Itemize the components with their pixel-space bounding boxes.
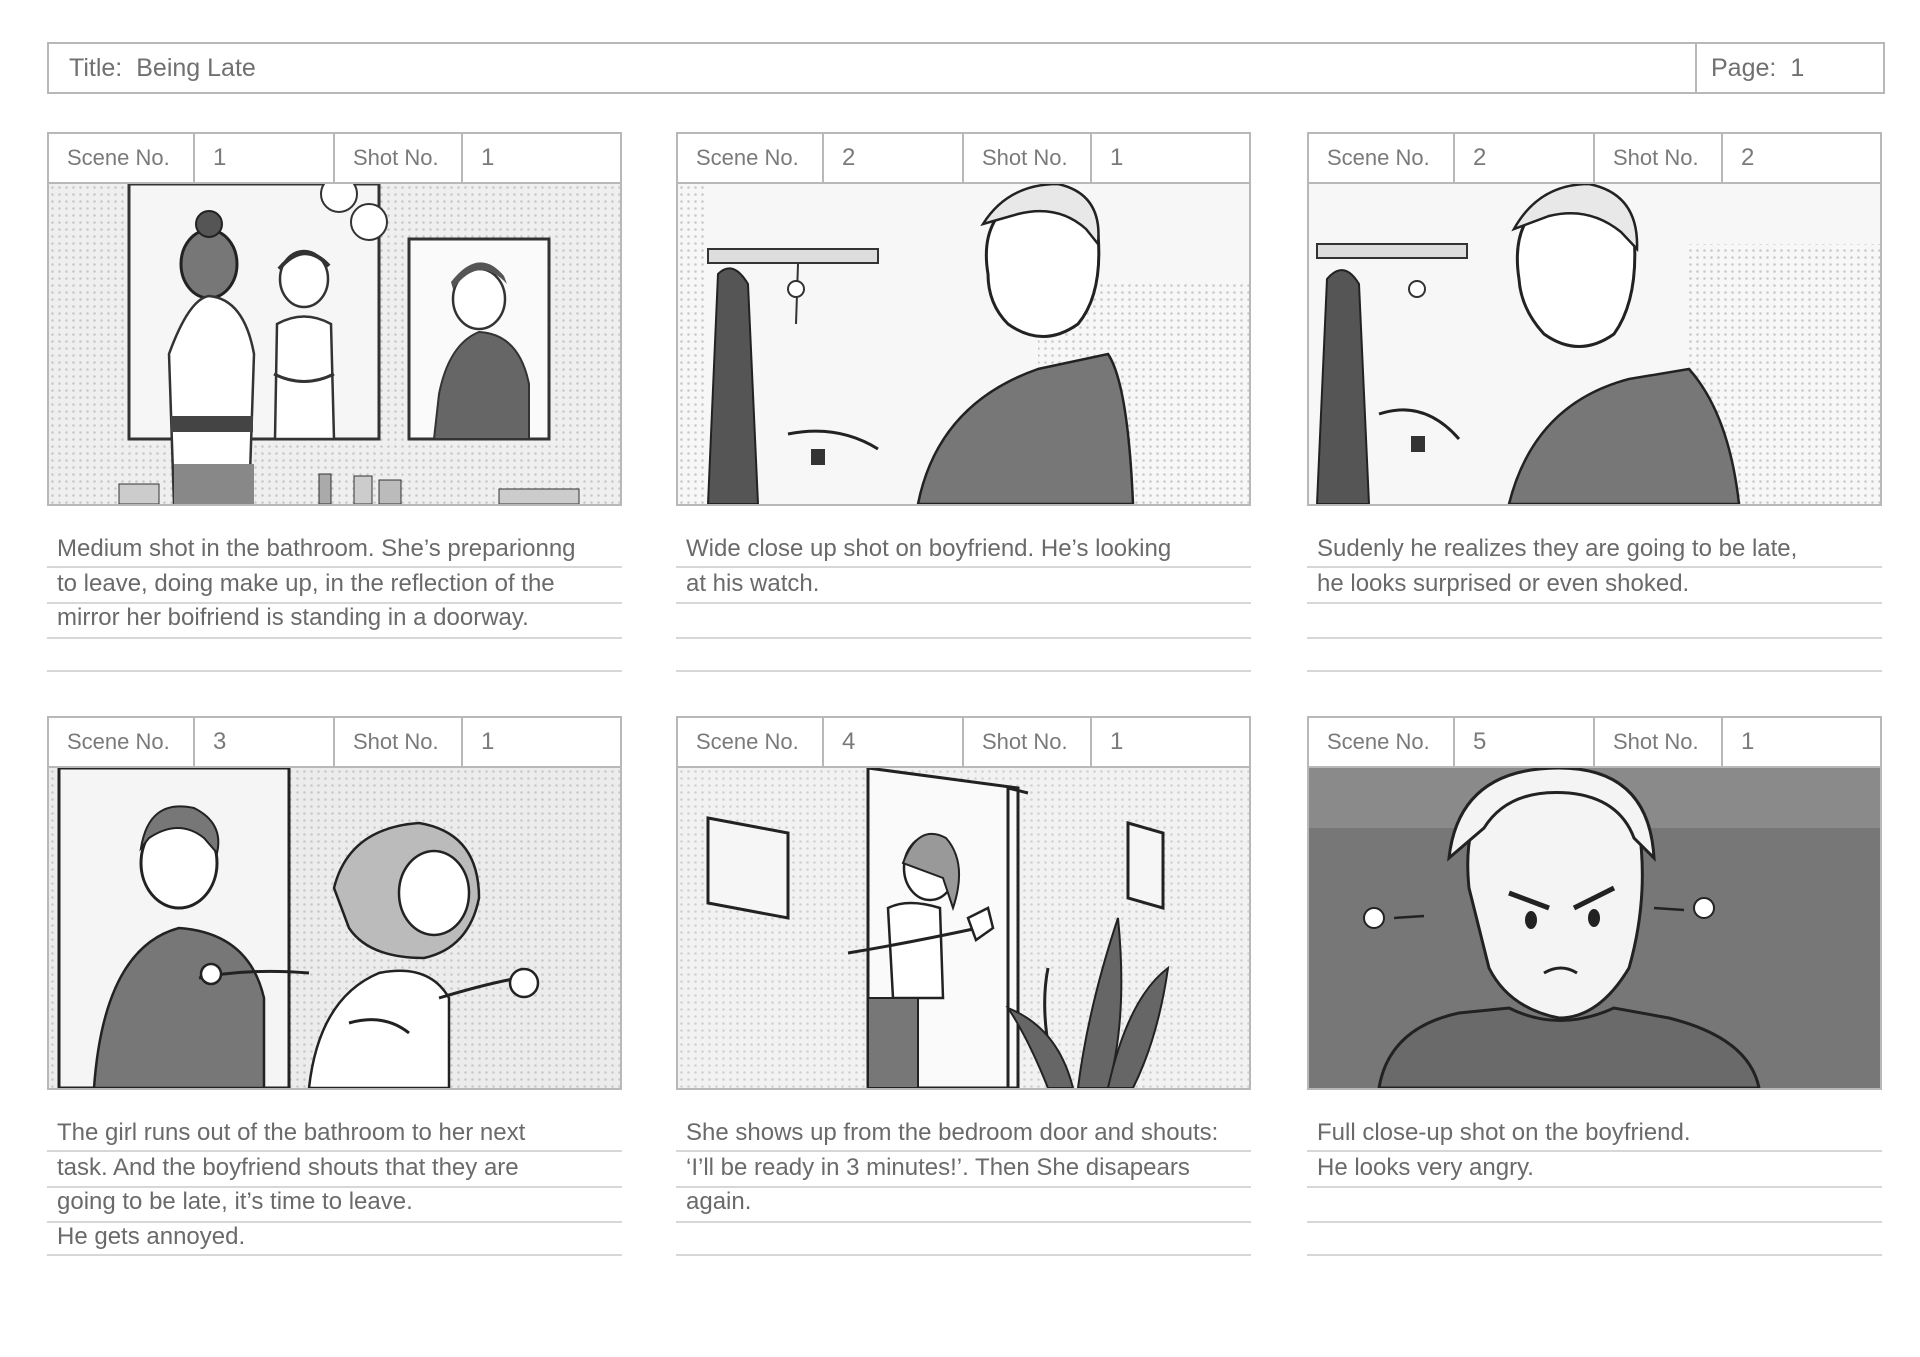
description-text: Full close-up shot on the boyfriend. He … bbox=[1317, 1119, 1691, 1181]
description-text: The girl runs out of the bathroom to her… bbox=[57, 1119, 526, 1250]
panel-info-row: Scene No. 2 Shot No. 1 bbox=[676, 132, 1251, 184]
storyboard-header: Title: Being Late Page: 1 bbox=[47, 42, 1885, 94]
shot-description: Sudenly he realizes they are going to be… bbox=[1307, 522, 1882, 672]
description-text: Sudenly he realizes they are going to be… bbox=[1317, 535, 1798, 597]
sketch-frame bbox=[1307, 768, 1882, 1090]
bathroom-sketch bbox=[49, 184, 620, 504]
title-value: Being Late bbox=[136, 53, 256, 82]
panel-info-row: Scene No. 2 Shot No. 2 bbox=[1307, 132, 1882, 184]
scene-number: 5 bbox=[1473, 728, 1487, 755]
storyboard-panel: Scene No. 3 Shot No. 1 The girl runs out… bbox=[47, 716, 622, 1256]
storyboard-panel: Scene No. 2 Shot No. 2 Sudenly he realiz… bbox=[1307, 132, 1882, 672]
shot-label: Shot No. bbox=[1613, 145, 1699, 170]
bedroom-door-sketch bbox=[678, 768, 1249, 1088]
scene-label: Scene No. bbox=[696, 729, 799, 754]
boyfriend-watch-sketch bbox=[678, 184, 1249, 504]
shot-label: Shot No. bbox=[353, 145, 439, 170]
sketch-frame bbox=[1307, 184, 1882, 506]
title-field: Title: Being Late bbox=[49, 44, 1695, 92]
shot-label: Shot No. bbox=[1613, 729, 1699, 754]
shot-number: 2 bbox=[1741, 144, 1755, 171]
scene-number: 4 bbox=[842, 728, 856, 755]
storyboard-panel: Scene No. 1 Shot No. 1 Medium shot in th… bbox=[47, 132, 622, 672]
angry-boyfriend-sketch bbox=[1309, 768, 1880, 1088]
panel-info-row: Scene No. 1 Shot No. 1 bbox=[47, 132, 622, 184]
scene-label: Scene No. bbox=[1327, 145, 1430, 170]
scene-label: Scene No. bbox=[67, 145, 170, 170]
page-field: Page: 1 bbox=[1695, 44, 1883, 92]
panel-info-row: Scene No. 3 Shot No. 1 bbox=[47, 716, 622, 768]
boyfriend-surprised-sketch bbox=[1309, 184, 1880, 504]
shot-number: 1 bbox=[481, 728, 495, 755]
storyboard-panel: Scene No. 4 Shot No. 1 She shows up from… bbox=[676, 716, 1251, 1256]
shot-description: She shows up from the bedroom door and s… bbox=[676, 1106, 1251, 1256]
shot-number: 1 bbox=[1110, 144, 1124, 171]
shot-number: 1 bbox=[1110, 728, 1124, 755]
page-number: 1 bbox=[1790, 53, 1805, 82]
shot-description: The girl runs out of the bathroom to her… bbox=[47, 1106, 622, 1256]
shot-label: Shot No. bbox=[353, 729, 439, 754]
description-text: Medium shot in the bathroom. She’s prepa… bbox=[57, 535, 576, 631]
scene-number: 2 bbox=[842, 144, 856, 171]
panel-info-row: Scene No. 4 Shot No. 1 bbox=[676, 716, 1251, 768]
panel-info-row: Scene No. 5 Shot No. 1 bbox=[1307, 716, 1882, 768]
sketch-frame bbox=[47, 184, 622, 506]
storyboard-panel: Scene No. 2 Shot No. 1 Wide close up sho… bbox=[676, 132, 1251, 672]
shot-description: Medium shot in the bathroom. She’s prepa… bbox=[47, 522, 622, 672]
title-label: Title: bbox=[69, 53, 123, 82]
scene-label: Scene No. bbox=[67, 729, 170, 754]
description-text: Wide close up shot on boyfriend. He’s lo… bbox=[686, 535, 1172, 597]
sketch-frame bbox=[676, 184, 1251, 506]
sketch-frame bbox=[47, 768, 622, 1090]
girl-running-sketch bbox=[49, 768, 620, 1088]
shot-number: 1 bbox=[481, 144, 495, 171]
scene-number: 1 bbox=[213, 144, 227, 171]
shot-description: Wide close up shot on boyfriend. He’s lo… bbox=[676, 522, 1251, 672]
storyboard-panel: Scene No. 5 Shot No. 1 Full close-up sho… bbox=[1307, 716, 1882, 1256]
shot-number: 1 bbox=[1741, 728, 1755, 755]
scene-label: Scene No. bbox=[1327, 729, 1430, 754]
scene-number: 2 bbox=[1473, 144, 1487, 171]
shot-label: Shot No. bbox=[982, 729, 1068, 754]
description-text: She shows up from the bedroom door and s… bbox=[686, 1119, 1219, 1215]
scene-label: Scene No. bbox=[696, 145, 799, 170]
shot-description: Full close-up shot on the boyfriend. He … bbox=[1307, 1106, 1882, 1256]
shot-label: Shot No. bbox=[982, 145, 1068, 170]
scene-number: 3 bbox=[213, 728, 227, 755]
page-label: Page: bbox=[1711, 53, 1777, 82]
sketch-frame bbox=[676, 768, 1251, 1090]
